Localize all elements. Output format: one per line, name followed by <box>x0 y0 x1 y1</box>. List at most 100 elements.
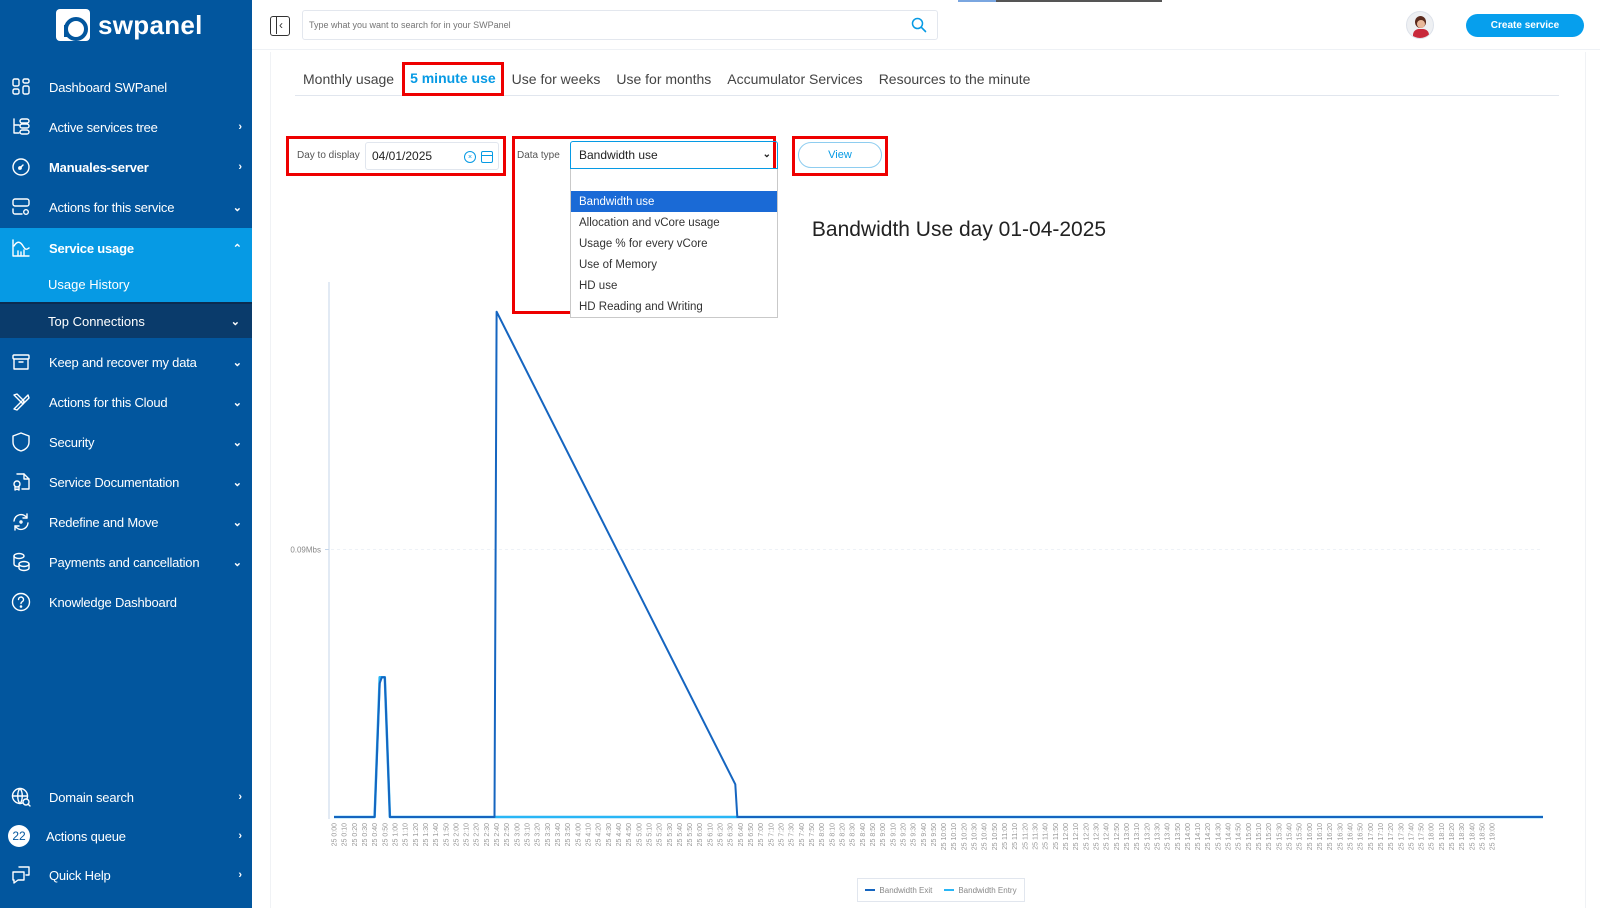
x-tick-label: 25 12:10 <box>1073 823 1080 850</box>
tab-monthly-usage[interactable]: Monthly usage <box>295 62 402 96</box>
top-progress-indicator <box>958 0 1162 2</box>
x-tick-label: 25 16:00 <box>1307 823 1314 850</box>
sidebar-item-label: Redefine and Move <box>49 514 159 530</box>
chevron-down-icon[interactable]: ⌄ <box>233 476 242 489</box>
collapse-sidebar-button[interactable] <box>270 16 290 36</box>
x-tick-label: 25 15:50 <box>1297 823 1304 850</box>
chevron-down-icon[interactable]: ⌄ <box>233 201 242 214</box>
chevron-right-icon[interactable]: › <box>238 161 242 173</box>
sidebar-item-actions-queue[interactable]: 22 Actions queue › <box>0 816 252 856</box>
x-tick-label: 25 6:30 <box>728 823 735 846</box>
x-tick-label: 25 10:20 <box>961 823 968 850</box>
x-tick-label: 25 13:30 <box>1154 823 1161 850</box>
series-line-bandwidth-entry <box>334 676 1543 819</box>
x-tick-label: 25 16:20 <box>1327 823 1334 850</box>
sidebar-item-manuales-server[interactable]: Manuales-server › <box>0 147 252 187</box>
series-line-bandwidth-exit <box>334 310 1543 818</box>
x-tick-label: 25 6:50 <box>748 823 755 846</box>
x-tick-label: 25 13:00 <box>1124 823 1131 850</box>
x-tick-label: 25 16:10 <box>1317 823 1324 850</box>
chevron-up-icon[interactable]: ⌃ <box>233 242 242 255</box>
chevron-down-icon[interactable]: ⌄ <box>233 396 242 409</box>
search-input[interactable] <box>309 20 911 30</box>
globe-search-icon <box>10 786 32 808</box>
legend-swatch-exit <box>865 889 876 891</box>
x-tick-label: 25 14:40 <box>1226 823 1233 850</box>
x-tick-label: 25 18:40 <box>1469 823 1476 850</box>
sidebar-item-actions-for-this-service[interactable]: Actions for this service ⌄ <box>0 187 252 227</box>
x-tick-label: 25 8:40 <box>860 823 867 846</box>
x-tick-label: 25 5:30 <box>667 823 674 846</box>
sidebar-item-keep-and-recover-my-data[interactable]: Keep and recover my data ⌄ <box>0 342 252 382</box>
tab-use-for-months[interactable]: Use for months <box>608 62 719 96</box>
global-search[interactable] <box>302 10 938 40</box>
x-tick-label: 25 9:10 <box>890 823 897 846</box>
tab-use-for-weeks[interactable]: Use for weeks <box>504 62 609 96</box>
dropdown-filter-row[interactable] <box>571 169 777 191</box>
sidebar-item-actions-for-this-cloud[interactable]: Actions for this Cloud ⌄ <box>0 382 252 422</box>
x-tick-label: 25 1:30 <box>423 823 430 846</box>
server-gauge-icon <box>10 156 32 178</box>
tab-5-minute-use[interactable]: 5 minute use <box>402 62 504 96</box>
x-tick-label: 25 5:40 <box>677 823 684 846</box>
x-tick-label: 25 12:20 <box>1083 823 1090 850</box>
x-tick-label: 25 10:00 <box>941 823 948 850</box>
x-tick-label: 25 12:50 <box>1114 823 1121 850</box>
sidebar-item-redefine-and-move[interactable]: Redefine and Move ⌄ <box>0 502 252 542</box>
chevron-down-icon[interactable]: ⌄ <box>233 516 242 529</box>
view-button[interactable]: View <box>798 142 882 168</box>
sidebar-item-service-usage[interactable]: Service usage ⌃ <box>0 228 252 268</box>
x-tick-label: 25 8:00 <box>819 823 826 846</box>
sidebar-item-domain-search[interactable]: Domain search › <box>0 777 252 817</box>
day-picker-input[interactable]: 04/01/2025 × <box>365 142 499 170</box>
x-tick-label: 25 0:20 <box>352 823 359 846</box>
x-tick-label: 25 14:10 <box>1195 823 1202 850</box>
legend-item-entry[interactable]: Bandwidth Entry <box>944 886 1017 895</box>
x-tick-label: 25 4:00 <box>575 823 582 846</box>
chevron-down-icon[interactable]: ⌄ <box>233 436 242 449</box>
chevron-right-icon[interactable]: › <box>238 121 242 133</box>
chevron-right-icon[interactable]: › <box>238 791 242 803</box>
chevron-down-icon[interactable]: ⌄ <box>231 315 240 328</box>
sidebar-item-service-documentation[interactable]: Service Documentation ⌄ <box>0 462 252 502</box>
avatar-face <box>1417 20 1425 28</box>
calendar-icon[interactable] <box>481 151 493 163</box>
x-tick-label: 25 13:40 <box>1165 823 1172 850</box>
dropdown-option[interactable]: Bandwidth use <box>571 191 777 212</box>
chevron-down-icon[interactable]: ⌄ <box>233 556 242 569</box>
chevron-right-icon[interactable]: › <box>238 830 242 842</box>
sidebar-item-security[interactable]: Security ⌄ <box>0 422 252 462</box>
x-tick-label: 25 15:20 <box>1266 823 1273 850</box>
sidebar-item-active-services-tree[interactable]: Active services tree › <box>0 107 252 147</box>
help-circle-icon <box>10 591 32 613</box>
x-tick-label: 25 4:20 <box>596 823 603 846</box>
sidebar-item-payments-and-cancellation[interactable]: Payments and cancellation ⌄ <box>0 542 252 582</box>
sidebar-item-knowledge-dashboard[interactable]: Knowledge Dashboard <box>0 582 252 622</box>
data-type-select[interactable]: Bandwidth use ⌄ <box>570 141 778 169</box>
search-icon[interactable] <box>911 17 927 33</box>
brand-logo[interactable]: swpanel <box>56 9 203 41</box>
x-tick-label: 25 15:00 <box>1246 823 1253 850</box>
sidebar-item-label: Dashboard SWPanel <box>49 79 167 95</box>
chart-title: Bandwidth Use day 01-04-2025 <box>811 218 1107 241</box>
chevron-down-icon[interactable]: ⌄ <box>233 356 242 369</box>
sidebar-subitem-usage-history[interactable]: Usage History <box>0 266 252 302</box>
tab-resources-to-the-minute[interactable]: Resources to the minute <box>871 62 1039 96</box>
legend-label-exit: Bandwidth Exit <box>879 885 933 895</box>
x-tick-label: 25 14:50 <box>1236 823 1243 850</box>
create-service-button[interactable]: Create service <box>1466 14 1584 37</box>
x-tick-label: 25 0:10 <box>342 823 349 846</box>
sidebar-item-quick-help[interactable]: Quick Help › <box>0 855 252 895</box>
x-tick-label: 25 13:10 <box>1134 823 1141 850</box>
clear-date-icon[interactable]: × <box>464 151 476 163</box>
legend-item-exit[interactable]: Bandwidth Exit <box>865 886 932 895</box>
sidebar-subitem-top-connections[interactable]: Top Connections ⌄ <box>0 302 252 338</box>
x-tick-label: 25 19:00 <box>1490 823 1497 850</box>
x-tick-label: 25 7:40 <box>799 823 806 846</box>
tab-accumulator-services[interactable]: Accumulator Services <box>719 62 870 96</box>
chevron-right-icon[interactable]: › <box>238 869 242 881</box>
sidebar-item-dashboard-swpanel[interactable]: Dashboard SWPanel <box>0 67 252 107</box>
main-content: Monthly usage 5 minute use Use for weeks Us… <box>270 52 1586 908</box>
x-tick-label: 25 9:40 <box>921 823 928 846</box>
user-avatar[interactable] <box>1406 11 1434 39</box>
